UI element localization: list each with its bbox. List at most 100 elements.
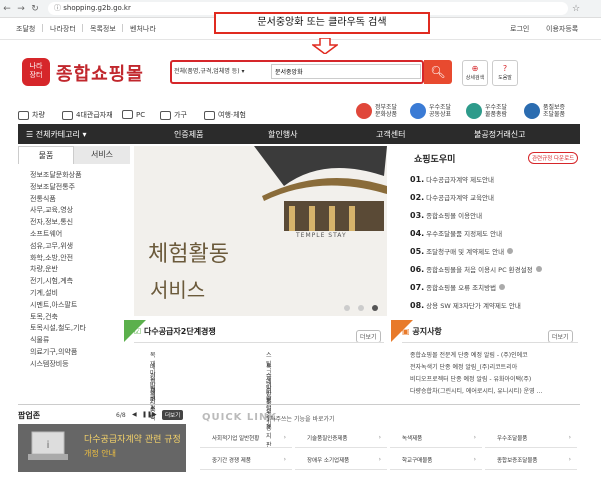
category-furniture[interactable]: 가구 bbox=[160, 110, 187, 120]
site-logo[interactable]: 종합쇼핑몰 bbox=[56, 60, 144, 86]
search-input[interactable] bbox=[271, 64, 421, 79]
quick-link-item[interactable]: 장애우 소기업제품 › bbox=[295, 450, 387, 470]
category-list-item[interactable]: 시멘트,아스팔트 bbox=[18, 300, 130, 312]
category-list-item[interactable]: 시스템장비등 bbox=[18, 359, 130, 371]
popup-more-button[interactable]: 더보기 bbox=[162, 410, 184, 420]
rules-download-button[interactable]: 관련규정 다운로드 bbox=[528, 152, 579, 164]
guide-item[interactable]: 08. 상용 SW 제3자단가 계약제도 안내 bbox=[410, 296, 580, 314]
info-icon: ⓘ bbox=[54, 4, 64, 12]
quick-link-label: 기술품질인증제품 bbox=[307, 435, 348, 442]
util-link-g2b[interactable]: 나라장터 bbox=[50, 24, 76, 34]
category-list-item[interactable]: 차량,운반 bbox=[18, 264, 130, 276]
guide-item-number: 02. bbox=[410, 192, 425, 202]
quick-link-subtitle: 자주쓰는 기능을 바로가기 bbox=[270, 416, 335, 423]
nav-customer[interactable]: 고객센터 bbox=[376, 129, 405, 140]
quick-link-item[interactable]: 녹색제품 › bbox=[390, 428, 482, 448]
cert-excellent-brand[interactable]: 우수조달 공동상표 bbox=[410, 103, 451, 119]
detail-search-button[interactable]: ⊕ 상세검색 bbox=[462, 60, 488, 86]
category-list-item[interactable]: 화학,소방,안전 bbox=[18, 253, 130, 265]
category-label: 가구 bbox=[174, 111, 187, 119]
check-icon: ☑ bbox=[134, 327, 144, 336]
util-sep bbox=[122, 24, 123, 32]
guide-item[interactable]: 02. 다수공급자계약 교육안내 bbox=[410, 188, 580, 206]
carousel-dot-active[interactable] bbox=[372, 305, 378, 311]
category-list-item[interactable]: 전기,시험,계측 bbox=[18, 276, 130, 288]
all-category-menu[interactable]: ☰ 전체카테고리 ▾ bbox=[26, 129, 86, 140]
util-link-catalog[interactable]: 목록정보 bbox=[90, 24, 116, 34]
reload-icon[interactable]: ↻ bbox=[28, 2, 42, 16]
guide-item[interactable]: 07. 종합쇼핑몰 오류 조치방법 bbox=[410, 278, 580, 296]
notice-section-title: ▣ 공지사항 bbox=[402, 326, 442, 342]
guide-item[interactable]: 06. 종합쇼핑몰을 처음 이용시 PC 환경설정 bbox=[410, 260, 580, 278]
notice-item[interactable]: 종합쇼핑몰 전문계 단종 예정 알림 - (주)인에코 bbox=[410, 350, 580, 359]
help-label: 도움말 bbox=[498, 75, 512, 81]
quick-link-item[interactable]: 기술품질인증제품 › bbox=[295, 428, 387, 448]
notice-title-text: 공지사항 bbox=[412, 327, 442, 336]
bookmark-icon[interactable]: ☆ bbox=[572, 4, 580, 14]
quick-link-item[interactable]: 중기간 경쟁 제품 › bbox=[200, 450, 292, 470]
category-list-item[interactable]: 기계,설비 bbox=[18, 288, 130, 300]
quick-link-label: 종합보증조달물품 bbox=[497, 457, 538, 464]
login-link[interactable]: 로그인 bbox=[510, 24, 529, 34]
popup-next-icon[interactable]: ▶ bbox=[152, 411, 157, 418]
back-icon[interactable]: ← bbox=[0, 2, 14, 16]
notice-item[interactable]: 전자녹색기 단종 예정 알림_(주)리코트리아 bbox=[410, 362, 580, 371]
guide-item[interactable]: 01. 다수공급자계약 제도안내 bbox=[410, 170, 580, 188]
guide-item[interactable]: 04. 우수조달물품 지정제도 안내 bbox=[410, 224, 580, 242]
guide-item[interactable]: 05. 조달청구매 및 계약제도 안내 bbox=[410, 242, 580, 260]
cert-excellent-catalog[interactable]: 우수조달 물품총람 bbox=[466, 103, 507, 119]
shopping-guide-list: 01. 다수공급자계약 제도안내 02. 다수공급자계약 교육안내 03. 종합쇼핑몰 이… bbox=[410, 170, 580, 314]
guide-item[interactable]: 03. 종합쇼핑몰 이용안내 bbox=[410, 206, 580, 224]
notice-item[interactable]: 비디오프로젝터 단종 예정 알림 - 유화아이택(주) bbox=[410, 374, 580, 383]
nav-certified[interactable]: 인증제품 bbox=[174, 129, 203, 140]
url-text: shopping.g2b.go.kr bbox=[63, 4, 131, 12]
search-button[interactable]: 🔍︎ bbox=[424, 60, 452, 84]
category-list-item[interactable]: 섬유,고무,위생 bbox=[18, 241, 130, 253]
util-link-pps[interactable]: 조달청 bbox=[16, 24, 35, 34]
tab-goods[interactable]: 물품 bbox=[18, 146, 74, 164]
category-label: 여행·체험 bbox=[218, 111, 246, 119]
nav-discount[interactable]: 할인행사 bbox=[268, 129, 297, 140]
category-list-item[interactable]: 전통식품 bbox=[18, 194, 130, 206]
quick-link-item[interactable]: 사회적기업 일반현황 › bbox=[200, 428, 292, 448]
quick-link-item[interactable]: 학교구매물품 › bbox=[390, 450, 482, 470]
popup-prev-icon[interactable]: ◀ bbox=[132, 411, 137, 418]
cert-culture[interactable]: 정부조달 문화상품 bbox=[356, 103, 397, 119]
quick-link-item[interactable]: 우수조달물품 › bbox=[485, 428, 577, 448]
category-list-item[interactable]: 정보조달문화상품 bbox=[18, 170, 130, 182]
chevron-right-icon: › bbox=[283, 434, 286, 441]
category-list-item[interactable]: 소프트웨어 bbox=[18, 229, 130, 241]
logo-badge[interactable]: 나라 장터 bbox=[22, 58, 50, 86]
category-list-item[interactable]: 전자,정보,통신 bbox=[18, 217, 130, 229]
monitor-icon bbox=[122, 110, 133, 119]
search-scope-select[interactable]: 전체(품명,규격,업체명 등) ▾ bbox=[174, 66, 245, 75]
quick-link-item[interactable]: 종합보증조달물품 › bbox=[485, 450, 577, 470]
category-list-item[interactable]: 식물류 bbox=[18, 335, 130, 347]
category-materials[interactable]: 4대관급자재 bbox=[62, 110, 113, 120]
quick-link-label: 녹색제품 bbox=[402, 435, 423, 442]
register-link[interactable]: 이용자등록 bbox=[546, 24, 578, 34]
cert-quality[interactable]: 품질보증 조달물품 bbox=[524, 103, 565, 119]
tab-service[interactable]: 서비스 bbox=[74, 146, 130, 164]
notice-item[interactable]: 다량승합차(그린시티, 에어로시티, 유니시티) 운영 ... bbox=[410, 386, 580, 395]
nav-report[interactable]: 불공정거래신고 bbox=[474, 129, 526, 140]
category-list-item[interactable]: 토목,건축 bbox=[18, 312, 130, 324]
forward-icon[interactable]: → bbox=[14, 2, 28, 16]
supplier-section-title: ☑ 다수공급자2단계경쟁 bbox=[134, 326, 216, 342]
category-list-item[interactable]: 의료기구,의약품 bbox=[18, 347, 130, 359]
category-list-item[interactable]: 토목시설,철도,기타 bbox=[18, 323, 130, 335]
category-pc[interactable]: PC bbox=[122, 110, 145, 119]
util-link-venture[interactable]: 벤처나라 bbox=[130, 24, 156, 34]
car-icon bbox=[18, 110, 29, 120]
cert-culture-icon bbox=[356, 103, 372, 119]
guide-item-number: 04. bbox=[410, 228, 425, 238]
category-vehicle[interactable]: 차량 bbox=[18, 110, 45, 120]
popup-pause-icon[interactable]: ❚❚ bbox=[142, 411, 152, 418]
category-list-item[interactable]: 사무,교육,영상 bbox=[18, 205, 130, 217]
category-travel[interactable]: 여행·체험 bbox=[204, 110, 246, 120]
carousel-dot[interactable] bbox=[358, 305, 364, 311]
carousel-dot[interactable] bbox=[344, 305, 350, 311]
popup-zone-title: 팝업존 bbox=[18, 411, 41, 420]
help-button[interactable]: ? 도움말 bbox=[492, 60, 518, 86]
category-list-item[interactable]: 정보조달전통주 bbox=[18, 182, 130, 194]
